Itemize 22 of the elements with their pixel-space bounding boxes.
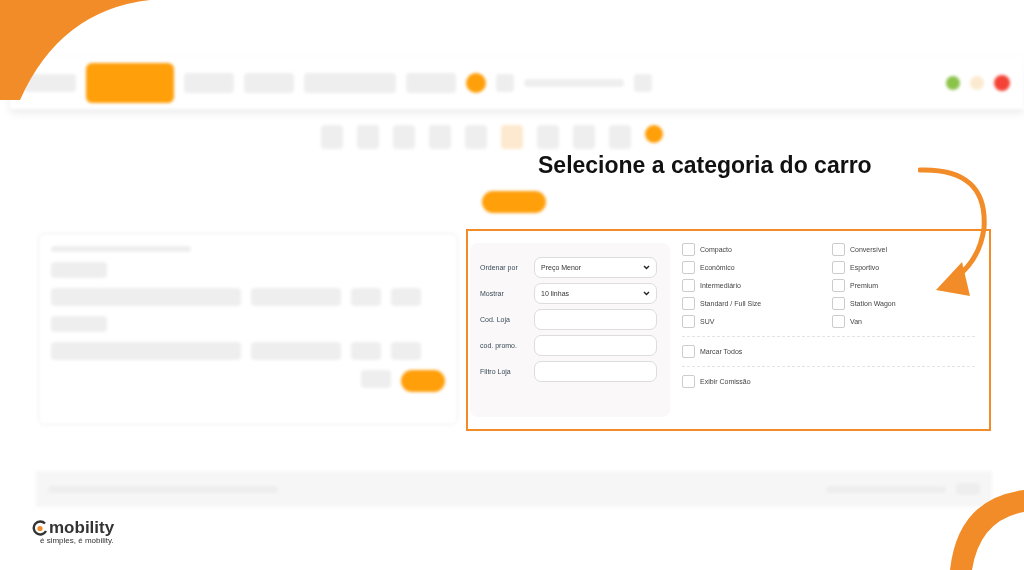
checkbox[interactable]: [682, 345, 695, 358]
checkbox[interactable]: [832, 243, 845, 256]
chevron-down-icon: [643, 265, 650, 270]
logo-tagline: é simples, é mobility.: [40, 536, 115, 545]
checkbox[interactable]: [682, 279, 695, 292]
checkbox[interactable]: [832, 261, 845, 274]
chevron-down-icon: [643, 291, 650, 296]
input-field[interactable]: [534, 309, 657, 330]
checkbox[interactable]: [682, 297, 695, 310]
checkbox[interactable]: [682, 315, 695, 328]
checkbox[interactable]: [832, 297, 845, 310]
input-field[interactable]: [534, 361, 657, 382]
checkbox[interactable]: [682, 243, 695, 256]
checkbox[interactable]: [682, 375, 695, 388]
checkbox[interactable]: [832, 279, 845, 292]
annotation-title: Selecione a categoria do carro: [538, 152, 872, 179]
checkbox[interactable]: [832, 315, 845, 328]
checkbox[interactable]: [682, 261, 695, 274]
logo-text: mobility: [49, 519, 115, 536]
logo-icon: [32, 519, 48, 536]
input-field[interactable]: [534, 335, 657, 356]
blurred-pill: [482, 191, 546, 213]
